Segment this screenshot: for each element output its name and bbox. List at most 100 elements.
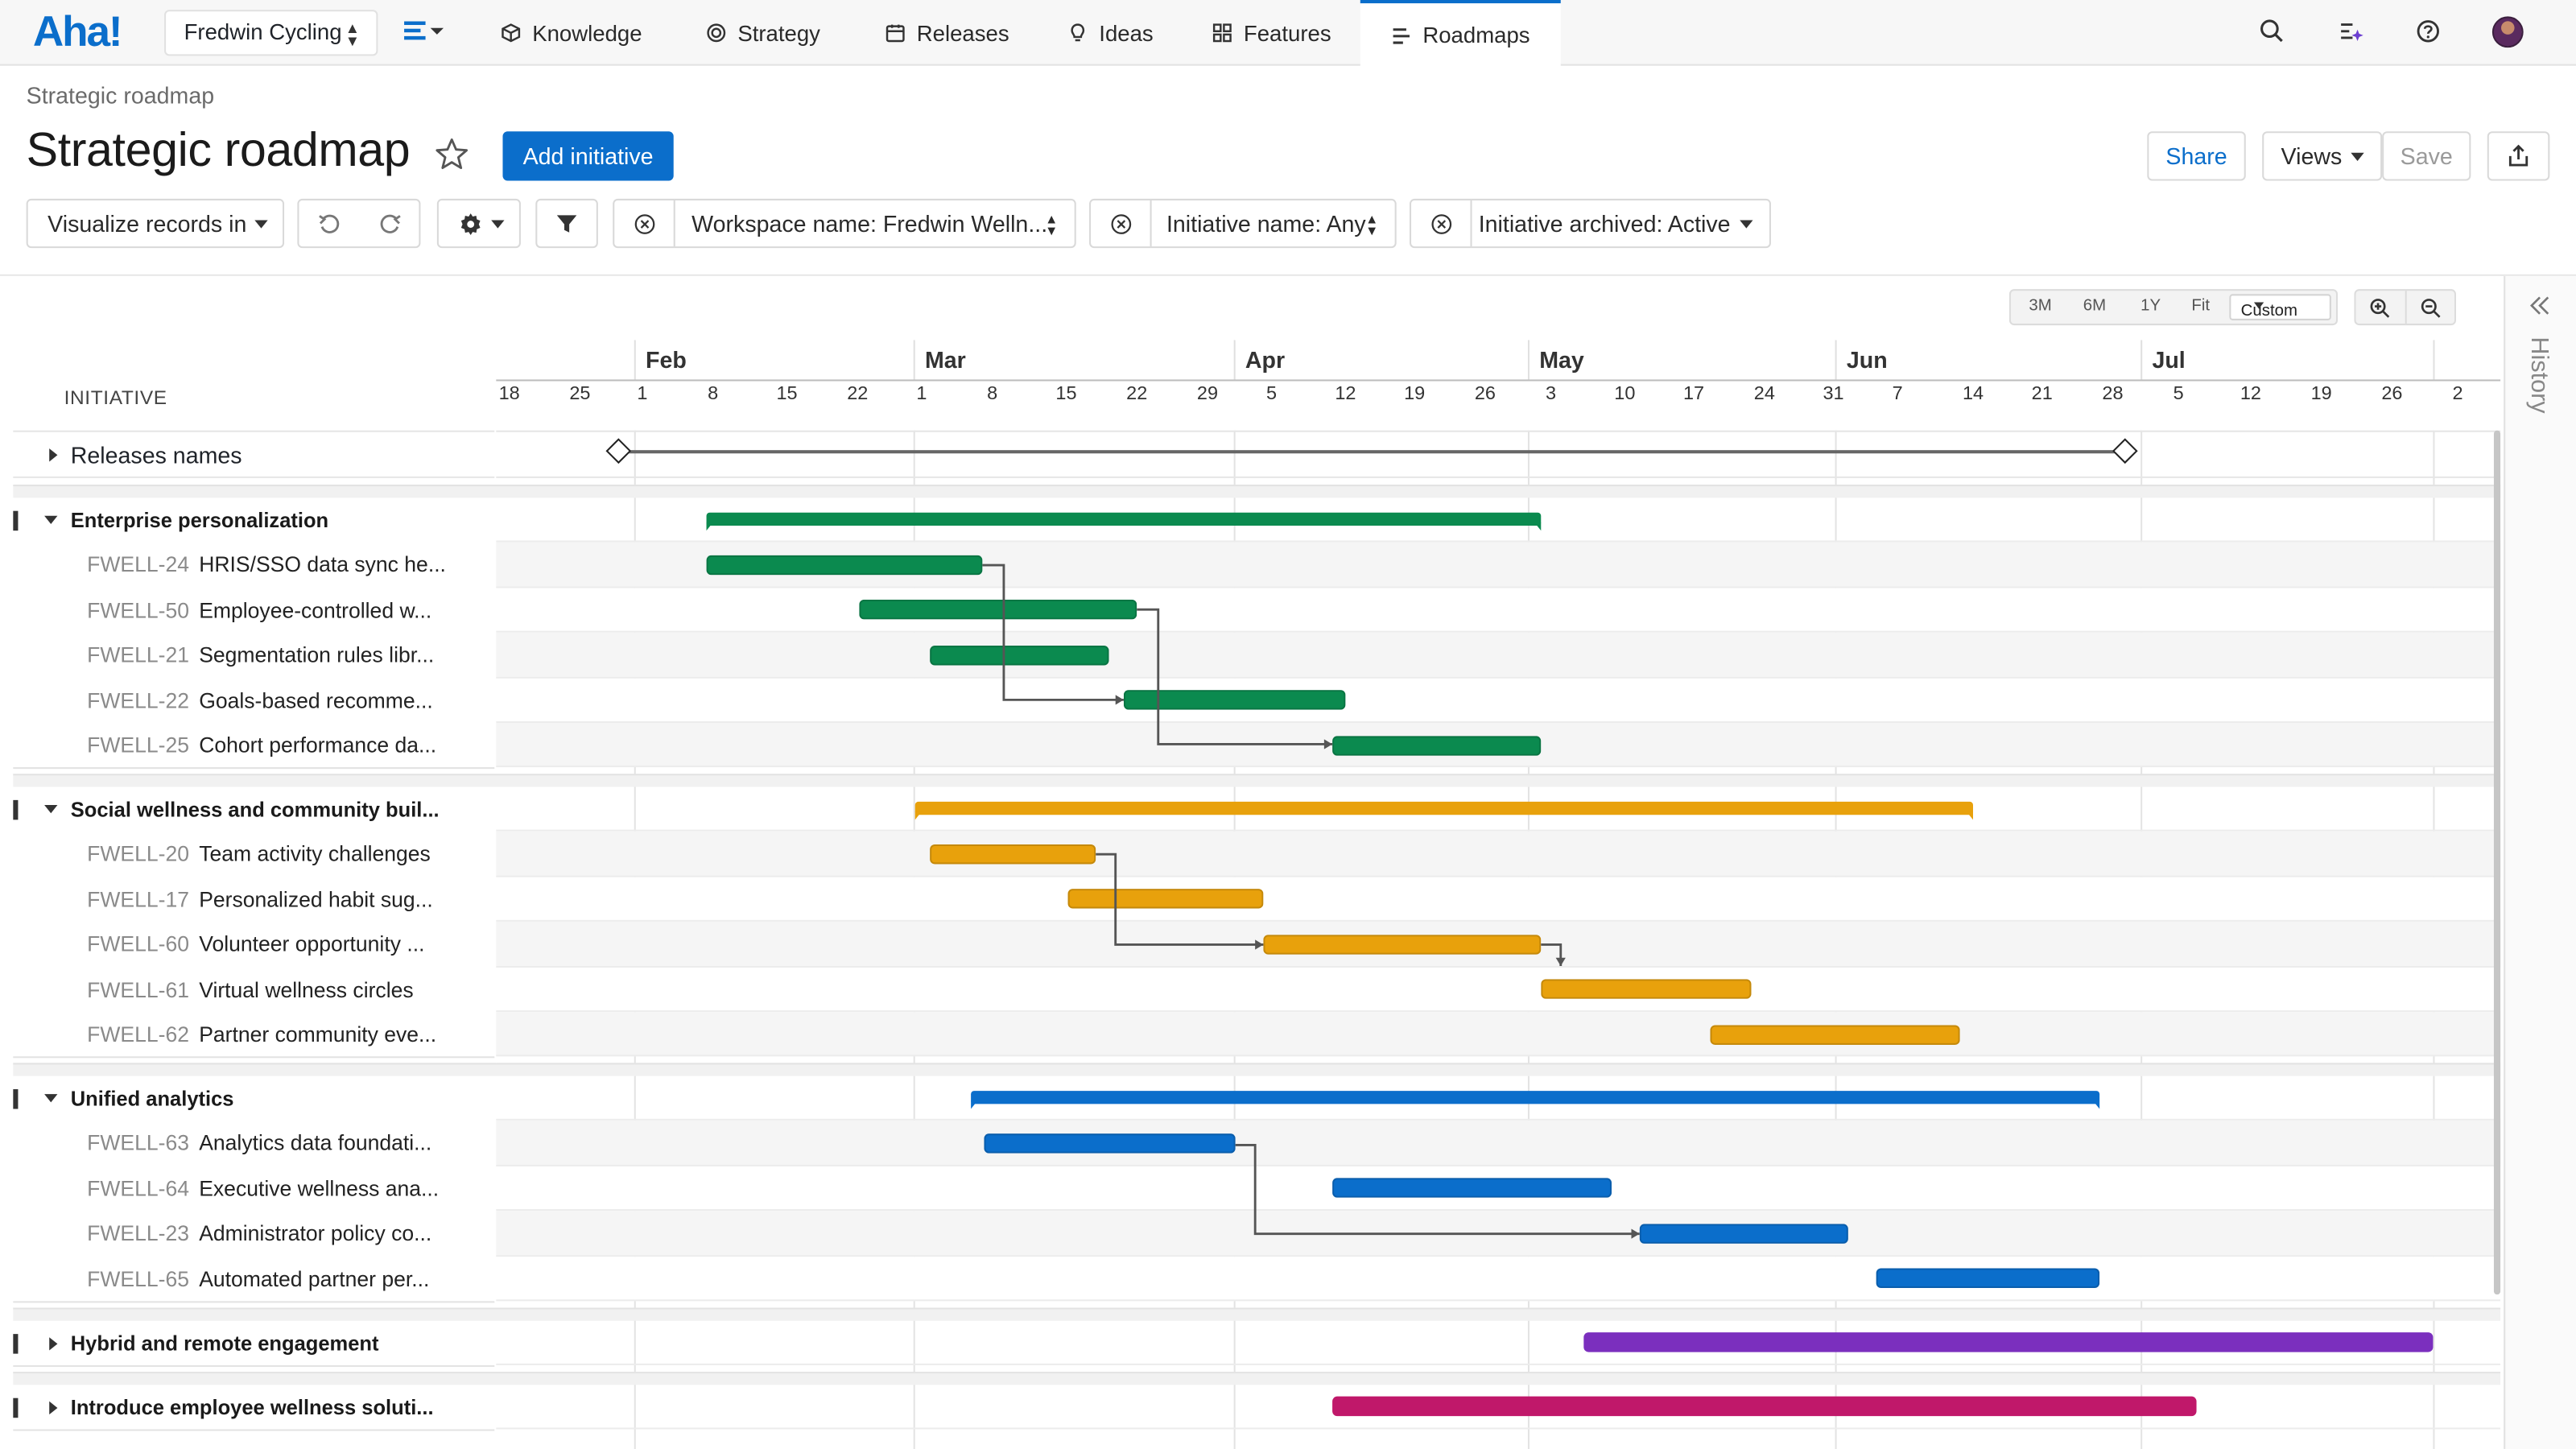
feature-key[interactable]: FWELL-61 <box>87 976 189 1001</box>
feature-bar[interactable] <box>1332 1178 1612 1199</box>
feature-bar[interactable] <box>1263 934 1542 955</box>
feature-row[interactable]: FWELL-62 Partner community eve... <box>13 1012 494 1056</box>
search-icon[interactable] <box>2259 18 2285 44</box>
nav-roadmaps[interactable]: Roadmaps <box>1360 0 1562 68</box>
feature-bar[interactable] <box>1639 1223 1848 1244</box>
feature-row[interactable]: FWELL-60 Volunteer opportunity ... <box>13 922 494 966</box>
feature-name[interactable]: Team activity challenges <box>199 842 431 867</box>
feature-key[interactable]: FWELL-23 <box>87 1221 189 1246</box>
feature-key[interactable]: FWELL-25 <box>87 733 189 758</box>
feature-bar[interactable] <box>984 1133 1236 1154</box>
group-header-row[interactable]: Social wellness and community buil... <box>13 787 494 832</box>
feature-name[interactable]: Analytics data foundati... <box>199 1131 431 1156</box>
ai-assistant-icon[interactable] <box>2338 18 2364 44</box>
feature-bar[interactable] <box>1067 889 1264 910</box>
remove-filter-icon[interactable] <box>634 213 656 234</box>
feature-key[interactable]: FWELL-50 <box>87 597 189 622</box>
feature-key[interactable]: FWELL-17 <box>87 887 189 912</box>
feature-name[interactable]: Virtual wellness circles <box>199 976 413 1001</box>
collapse-icon[interactable] <box>44 1094 58 1103</box>
feature-key[interactable]: FWELL-20 <box>87 842 189 867</box>
feature-name[interactable]: Administrator policy co... <box>199 1221 431 1246</box>
initiative-span-bar[interactable] <box>706 512 1542 526</box>
workspace-menu-icon[interactable] <box>404 21 447 41</box>
feature-name[interactable]: Automated partner per... <box>199 1266 429 1291</box>
zoom-6m[interactable]: 6M <box>2083 297 2106 315</box>
feature-bar[interactable] <box>1123 690 1346 710</box>
feature-name[interactable]: HRIS/SSO data sync he... <box>199 553 446 578</box>
feature-name[interactable]: Segmentation rules libr... <box>199 642 434 667</box>
initiative-name[interactable]: Unified analytics <box>71 1087 234 1110</box>
aha-logo[interactable]: Aha! <box>33 6 123 57</box>
feature-row[interactable]: FWELL-24 HRIS/SSO data sync he... <box>13 543 494 587</box>
feature-key[interactable]: FWELL-21 <box>87 642 189 667</box>
collapse-icon[interactable] <box>44 515 58 525</box>
feature-row[interactable]: FWELL-64 Executive wellness ana... <box>13 1166 494 1211</box>
feature-row[interactable]: FWELL-21 Segmentation rules libr... <box>13 633 494 677</box>
breadcrumb[interactable]: Strategic roadmap <box>27 82 214 109</box>
feature-row[interactable]: FWELL-17 Personalized habit sug... <box>13 877 494 921</box>
feature-key[interactable]: FWELL-24 <box>87 553 189 578</box>
feature-name[interactable]: Employee-controlled w... <box>199 597 431 622</box>
export-button[interactable] <box>2487 131 2550 181</box>
feature-name[interactable]: Personalized habit sug... <box>199 887 433 912</box>
zoom-out-icon[interactable] <box>2420 297 2442 319</box>
group-header-row[interactable]: Enterprise personalization <box>13 497 494 542</box>
feature-row[interactable]: FWELL-63 Analytics data foundati... <box>13 1121 494 1166</box>
redo-icon[interactable] <box>378 212 402 237</box>
feature-bar[interactable] <box>1541 979 1752 999</box>
user-avatar[interactable] <box>2491 16 2524 48</box>
history-panel[interactable] <box>2504 275 2576 1449</box>
feature-name[interactable]: Partner community eve... <box>199 1022 436 1046</box>
nav-releases[interactable]: Releases <box>886 0 1009 66</box>
feature-bar[interactable] <box>1710 1024 1960 1044</box>
nav-features[interactable]: Features <box>1212 0 1331 66</box>
initiative-name[interactable]: Social wellness and community buil... <box>71 798 440 821</box>
initiative-bar[interactable] <box>1583 1332 2434 1352</box>
feature-bar[interactable] <box>1332 735 1542 755</box>
feature-name[interactable]: Cohort performance da... <box>199 733 436 758</box>
feature-key[interactable]: FWELL-62 <box>87 1022 189 1046</box>
remove-filter-icon[interactable] <box>1111 213 1133 234</box>
initiative-name[interactable]: Enterprise personalization <box>71 509 328 532</box>
zoom-custom-select[interactable]: Custom <box>2229 294 2331 320</box>
releases-row-label[interactable]: Releases names <box>13 432 494 477</box>
star-icon[interactable] <box>434 136 470 172</box>
history-label[interactable]: History <box>2525 336 2553 413</box>
feature-name[interactable]: Executive wellness ana... <box>199 1176 439 1201</box>
zoom-in-icon[interactable] <box>2369 297 2391 319</box>
feature-key[interactable]: FWELL-65 <box>87 1266 189 1291</box>
workspace-filter[interactable]: Workspace name: Fredwin Welln... ▲ ▼ <box>613 198 1076 249</box>
feature-key[interactable]: FWELL-60 <box>87 932 189 957</box>
feature-name[interactable]: Goals-based recomme... <box>199 687 432 712</box>
visualize-records-dropdown[interactable]: Visualize records in <box>26 198 285 249</box>
initiative-bar[interactable] <box>1332 1396 2197 1417</box>
nav-ideas[interactable]: Ideas <box>1068 0 1154 66</box>
feature-bar[interactable] <box>706 555 983 576</box>
feature-row[interactable]: FWELL-61 Virtual wellness circles <box>13 967 494 1011</box>
filter-button[interactable] <box>535 198 598 249</box>
expand-icon[interactable] <box>49 448 58 461</box>
feature-row[interactable]: FWELL-65 Automated partner per... <box>13 1256 494 1300</box>
nav-strategy[interactable]: Strategy <box>707 0 820 66</box>
feature-row[interactable]: FWELL-20 Team activity challenges <box>13 832 494 876</box>
vertical-scrollbar[interactable] <box>2493 430 2501 1295</box>
help-icon[interactable] <box>2415 18 2442 44</box>
initiative-name[interactable]: Hybrid and remote engagement <box>71 1331 379 1355</box>
feature-row[interactable]: FWELL-50 Employee-controlled w... <box>13 588 494 632</box>
share-button[interactable]: Share <box>2147 131 2246 181</box>
initiative-span-bar[interactable] <box>971 1091 2100 1104</box>
nav-knowledge[interactable]: Knowledge <box>501 0 642 66</box>
undo-icon[interactable] <box>317 212 342 237</box>
group-header-row[interactable]: Introduce employee wellness soluti... <box>13 1385 494 1429</box>
initiative-name[interactable]: Introduce employee wellness soluti... <box>71 1396 434 1419</box>
feature-name[interactable]: Volunteer opportunity ... <box>199 932 424 957</box>
expand-icon[interactable] <box>49 1336 58 1350</box>
feature-bar[interactable] <box>859 600 1137 620</box>
group-header-row[interactable]: Unified analytics <box>13 1076 494 1121</box>
zoom-1y[interactable]: 1Y <box>2140 297 2161 315</box>
zoom-3m[interactable]: 3M <box>2029 297 2051 315</box>
collapse-history-icon[interactable] <box>2529 295 2552 315</box>
feature-key[interactable]: FWELL-64 <box>87 1176 189 1201</box>
initiative-name-filter[interactable]: Initiative name: Any ▲ ▼ <box>1089 198 1397 249</box>
